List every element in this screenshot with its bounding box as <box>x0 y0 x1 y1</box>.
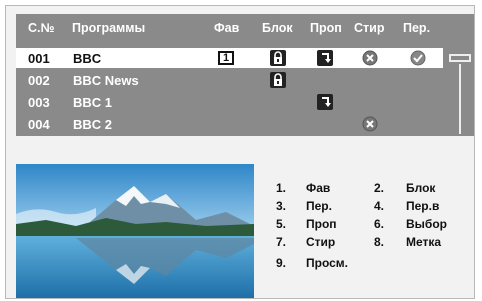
legend-label-5: Проп <box>306 217 337 231</box>
legend-label-1: Фав <box>306 181 331 195</box>
legend-key-8: 8. <box>374 235 385 249</box>
legend-label-3: Пер. <box>306 199 332 213</box>
legend-label-8: Метка <box>406 235 442 249</box>
function-legend: 1. Фав 2. Блок 3. Пер. 4. Пер.в 5. Проп … <box>0 0 482 301</box>
legend-key-7: 7. <box>276 235 287 249</box>
legend-key-9: 9. <box>276 256 287 270</box>
legend-key-5: 5. <box>276 217 287 231</box>
legend-key-4: 4. <box>374 199 385 213</box>
legend-key-3: 3. <box>276 199 287 213</box>
legend-label-9: Просм. <box>306 256 349 270</box>
legend-key-1: 1. <box>276 181 287 195</box>
legend-label-7: Стир <box>306 235 336 249</box>
legend-key-6: 6. <box>374 217 385 231</box>
legend-key-2: 2. <box>374 181 385 195</box>
legend-label-6: Выбор <box>406 217 447 231</box>
legend-label-2: Блок <box>406 181 436 195</box>
legend-label-4: Пер.в <box>406 199 440 213</box>
